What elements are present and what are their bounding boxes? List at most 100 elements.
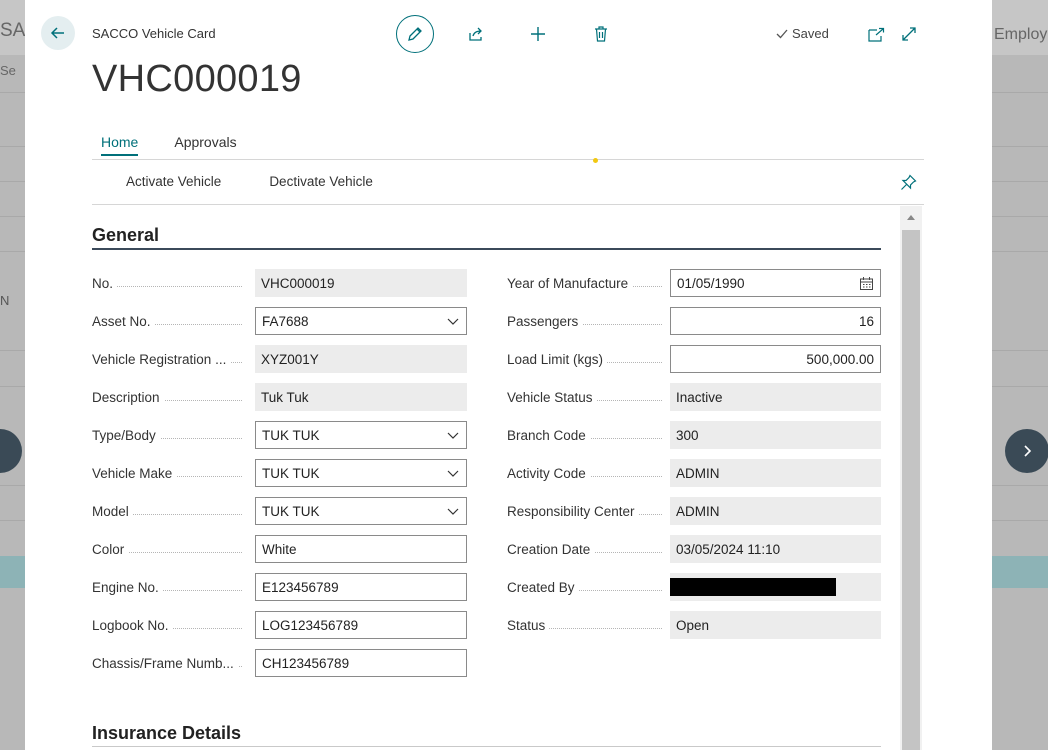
field-label-branch-code: Branch Code [507, 428, 662, 443]
expand-button[interactable] [898, 23, 920, 45]
section-general-rule [92, 248, 881, 250]
field-label-vehicle-registration: Vehicle Registration ... [92, 352, 242, 367]
plus-icon [531, 27, 545, 41]
vehicle-card-dialog: SACCO Vehicle Card VHC000019 Saved Home … [25, 0, 992, 750]
field-label-text: Status [507, 618, 550, 633]
trash-icon [595, 26, 607, 42]
vertical-scrollbar[interactable] [900, 206, 922, 750]
field-label-chassis-no: Chassis/Frame Numb... [92, 656, 242, 671]
pencil-icon [408, 27, 422, 41]
field-asset-no-value: FA7688 [262, 313, 309, 329]
checkmark-icon [776, 29, 788, 38]
chevron-right-icon [1024, 445, 1032, 457]
field-load-limit[interactable]: 500,000.00 [670, 345, 881, 373]
field-passengers[interactable]: 16 [670, 307, 881, 335]
scrollbar-thumb[interactable] [902, 230, 920, 750]
saved-status: Saved [775, 26, 829, 41]
field-label-logbook-no: Logbook No. [92, 618, 242, 633]
background-row-letter: N [0, 293, 10, 308]
field-model-value: TUK TUK [262, 503, 320, 519]
calendar-icon[interactable] [859, 276, 874, 291]
action-tabs: Home Approvals [92, 132, 246, 156]
field-activity-code: ADMIN [670, 459, 881, 487]
field-label-text: Created By [507, 580, 579, 595]
scroll-up-button[interactable] [900, 206, 922, 228]
field-logbook-no[interactable]: LOG123456789 [255, 611, 467, 639]
field-vehicle-status: Inactive [670, 383, 881, 411]
tab-approvals[interactable]: Approvals [165, 132, 245, 156]
share-icon [469, 27, 482, 41]
field-label-year-of-manufacture: Year of Manufacture [507, 276, 662, 291]
expand-icon [902, 27, 916, 41]
field-label-text: Vehicle Make [92, 466, 177, 481]
field-vehicle-registration: XYZ001Y [255, 345, 467, 373]
field-label-text: Load Limit (kgs) [507, 352, 608, 367]
next-record-button[interactable] [1005, 429, 1048, 473]
new-button[interactable] [527, 23, 549, 45]
field-label-load-limit: Load Limit (kgs) [507, 352, 662, 367]
pin-icon [900, 173, 917, 190]
chevron-down-icon [447, 432, 459, 439]
field-label-text: Branch Code [507, 428, 590, 443]
field-label-vehicle-status: Vehicle Status [507, 390, 662, 405]
actions-divider [92, 204, 924, 205]
field-label-text: No. [92, 276, 118, 291]
field-label-text: Description [92, 390, 164, 405]
activate-vehicle-action[interactable]: Activate Vehicle [126, 174, 221, 189]
field-type-body[interactable]: TUK TUK [255, 421, 467, 449]
field-label-text: Year of Manufacture [507, 276, 633, 291]
field-label-text: Activity Code [507, 466, 590, 481]
field-label-text: Vehicle Status [507, 390, 597, 405]
background-title-right: Employee Self [994, 26, 1048, 43]
field-label-no: No. [92, 276, 242, 291]
section-insurance-title: Insurance Details [92, 723, 242, 743]
page-caption: SACCO Vehicle Card [92, 26, 216, 41]
field-label-text: Type/Body [92, 428, 160, 443]
field-model[interactable]: TUK TUK [255, 497, 467, 525]
field-label-text: Vehicle Registration ... [92, 352, 231, 367]
field-chassis-no[interactable]: CH123456789 [255, 649, 467, 677]
action-bar: Activate Vehicle Dectivate Vehicle [126, 174, 373, 189]
share-button[interactable] [465, 23, 487, 45]
field-label-asset-no: Asset No. [92, 314, 242, 329]
field-year-of-manufacture[interactable]: 01/05/1990 [670, 269, 881, 297]
field-label-text: Color [92, 542, 129, 557]
deactivate-vehicle-action[interactable]: Dectivate Vehicle [269, 174, 373, 189]
previous-record-button[interactable] [0, 429, 22, 473]
edit-button[interactable] [396, 15, 434, 53]
back-button[interactable] [41, 16, 75, 50]
field-label-engine-no: Engine No. [92, 580, 242, 595]
field-engine-no[interactable]: E123456789 [255, 573, 467, 601]
field-branch-code: 300 [670, 421, 881, 449]
tab-home[interactable]: Home [92, 132, 147, 156]
field-label-created-by: Created By [507, 580, 662, 595]
field-label-text: Model [92, 504, 133, 519]
section-general-title: General [92, 225, 160, 245]
field-label-vehicle-make: Vehicle Make [92, 466, 242, 481]
field-asset-no[interactable]: FA7688 [255, 307, 467, 335]
indicator-dot [593, 158, 598, 163]
delete-button[interactable] [590, 23, 612, 45]
field-label-description: Description [92, 390, 242, 405]
redacted-value [670, 578, 836, 596]
open-new-window-button[interactable] [865, 23, 887, 45]
tabs-divider [92, 159, 924, 160]
field-label-type-body: Type/Body [92, 428, 242, 443]
field-created-by [670, 573, 881, 601]
field-vehicle-make[interactable]: TUK TUK [255, 459, 467, 487]
section-insurance-rule [92, 746, 881, 747]
field-description: Tuk Tuk [255, 383, 467, 411]
field-responsibility-center: ADMIN [670, 497, 881, 525]
chevron-down-icon [447, 318, 459, 325]
field-label-text: Logbook No. [92, 618, 173, 633]
field-label-creation-date: Creation Date [507, 542, 662, 557]
chevron-down-icon [447, 470, 459, 477]
pin-action-bar-button[interactable] [898, 172, 918, 192]
popout-icon [867, 27, 884, 42]
field-creation-date: 03/05/2024 11:10 [670, 535, 881, 563]
field-label-responsibility-center: Responsibility Center [507, 504, 662, 519]
field-label-text: Responsibility Center [507, 504, 639, 519]
field-label-status: Status [507, 618, 662, 633]
field-label-passengers: Passengers [507, 314, 662, 329]
field-color[interactable]: White [255, 535, 467, 563]
